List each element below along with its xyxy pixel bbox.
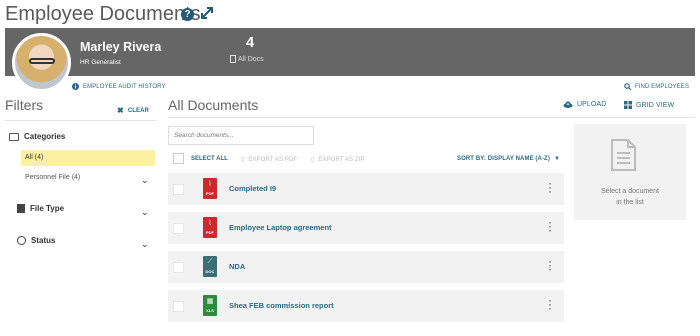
- document-name[interactable]: Employee Laptop agreement: [229, 223, 332, 232]
- file-type-filter-header[interactable]: File Type: [17, 204, 64, 213]
- clear-filters-button[interactable]: ✖ CLEAR: [117, 106, 149, 115]
- pdf-file-icon: ⌇ PDF: [203, 217, 217, 238]
- file-icon: ▯: [241, 157, 245, 163]
- upload-button[interactable]: UPLOAD: [563, 101, 606, 108]
- grid-view-button[interactable]: GRID VIEW: [624, 101, 674, 109]
- document-name[interactable]: Shea FEB commission report: [229, 301, 334, 310]
- xls-file-icon: ▦ XLS: [203, 295, 217, 316]
- search-icon: [624, 83, 631, 90]
- chevron-down-icon[interactable]: ⌄: [141, 207, 149, 218]
- category-personnel-file[interactable]: Personnel File (4): [25, 174, 80, 181]
- avatar: [12, 33, 71, 92]
- doc-count-text: All Docs: [238, 55, 264, 63]
- help-icon[interactable]: ?: [181, 8, 194, 21]
- file-type-tag: DOC: [205, 269, 215, 274]
- file-glyph: ▦: [206, 298, 214, 305]
- row-checkbox[interactable]: [173, 223, 184, 234]
- row-checkbox[interactable]: [173, 184, 184, 195]
- grid-view-label: GRID VIEW: [636, 101, 675, 109]
- more-options-icon[interactable]: · · ·: [547, 294, 553, 314]
- page-title: Employee Documents: [5, 3, 201, 25]
- categories-label: Categories: [24, 132, 66, 141]
- file-glyph: ⟋: [207, 258, 213, 265]
- filters-title: Filters: [5, 97, 44, 113]
- list-item[interactable]: ⌇ PDF Employee Laptop agreement · · ·: [168, 212, 564, 244]
- employee-role: HR Generalist: [80, 59, 121, 66]
- caret-down-icon: ▼: [553, 156, 560, 162]
- chevron-down-icon[interactable]: ⌄: [141, 239, 149, 250]
- document-name[interactable]: Completed I9: [229, 184, 276, 193]
- row-checkbox[interactable]: [173, 301, 184, 312]
- file-glyph: ⌇: [208, 181, 212, 188]
- filters-divider: [5, 120, 157, 121]
- preview-line-1: Select a document: [601, 188, 659, 195]
- documents-title: All Documents: [168, 97, 259, 113]
- file-type-tag: PDF: [206, 230, 214, 235]
- cloud-upload-icon: [563, 101, 573, 108]
- export-pdf-button[interactable]: ▯ EXPORT AS PDF: [241, 156, 298, 164]
- document-name[interactable]: NDA: [229, 262, 245, 271]
- file-icon: [230, 55, 236, 63]
- doc-file-icon: ⟋ DOC: [203, 256, 217, 277]
- file-icon: [17, 204, 25, 213]
- audit-history-label: EMPLOYEE AUDIT HISTORY: [83, 83, 166, 90]
- file-type-label: File Type: [30, 204, 65, 213]
- export-zip-button[interactable]: ▯ EXPORT AS ZIP: [311, 156, 365, 164]
- category-personnel-label: Personnel File: [25, 174, 70, 181]
- file-glyph: ⌇: [208, 220, 212, 227]
- upload-label: UPLOAD: [577, 101, 607, 108]
- employee-name: Marley Rivera: [80, 40, 162, 54]
- sort-by-label: SORT BY: DISPLAY NAME (A-Z): [457, 156, 550, 162]
- clear-label: CLEAR: [127, 107, 149, 114]
- employee-audit-history-link[interactable]: EMPLOYEE AUDIT HISTORY: [72, 83, 166, 90]
- find-employees-label: FIND EMPLOYEES: [635, 83, 690, 90]
- doc-count-label: All Docs: [230, 55, 264, 63]
- file-type-tag: PDF: [206, 191, 214, 196]
- preview-message: Select a document in the list: [574, 186, 686, 208]
- select-all-checkbox[interactable]: [173, 153, 184, 164]
- more-options-icon[interactable]: · · ·: [547, 177, 553, 197]
- info-icon: [72, 83, 79, 90]
- chevron-down-icon[interactable]: ⌄: [141, 175, 149, 186]
- search-input[interactable]: [168, 126, 314, 145]
- documents-divider: [168, 117, 695, 118]
- status-filter-header[interactable]: Status: [17, 236, 55, 245]
- find-employees-link[interactable]: FIND EMPLOYEES: [624, 83, 689, 90]
- clock-icon: [17, 236, 26, 245]
- file-type-tag: XLS: [206, 308, 214, 313]
- category-all[interactable]: All (4): [21, 150, 155, 166]
- document-icon: [611, 139, 636, 171]
- list-item[interactable]: ⌇ PDF Completed I9 · · ·: [168, 173, 564, 205]
- select-all-link[interactable]: SELECT ALL: [191, 156, 228, 162]
- pdf-file-icon: ⌇ PDF: [203, 178, 217, 199]
- category-all-label: All: [25, 154, 33, 161]
- folder-icon: [9, 132, 19, 141]
- preview-line-2: in the list: [616, 199, 644, 206]
- close-icon: ✖: [117, 106, 124, 115]
- more-options-icon[interactable]: · · ·: [547, 216, 553, 236]
- list-item[interactable]: ⟋ DOC NDA · · ·: [168, 251, 564, 283]
- doc-count: 4: [245, 34, 255, 51]
- category-all-count: (4): [34, 154, 44, 161]
- categories-filter-header[interactable]: Categories: [9, 132, 65, 141]
- status-label: Status: [31, 236, 56, 245]
- grid-icon: [624, 101, 632, 109]
- row-checkbox[interactable]: [173, 262, 184, 273]
- sort-by-dropdown[interactable]: SORT BY: DISPLAY NAME (A-Z) ▼: [457, 156, 560, 162]
- file-icon: ▯: [311, 157, 315, 163]
- export-zip-label: EXPORT AS ZIP: [318, 156, 365, 163]
- export-pdf-label: EXPORT AS PDF: [248, 156, 298, 163]
- category-personnel-count: (4): [71, 174, 81, 181]
- expand-icon[interactable]: [200, 6, 214, 20]
- more-options-icon[interactable]: · · ·: [547, 255, 553, 275]
- list-item[interactable]: ▦ XLS Shea FEB commission report · · ·: [168, 290, 564, 322]
